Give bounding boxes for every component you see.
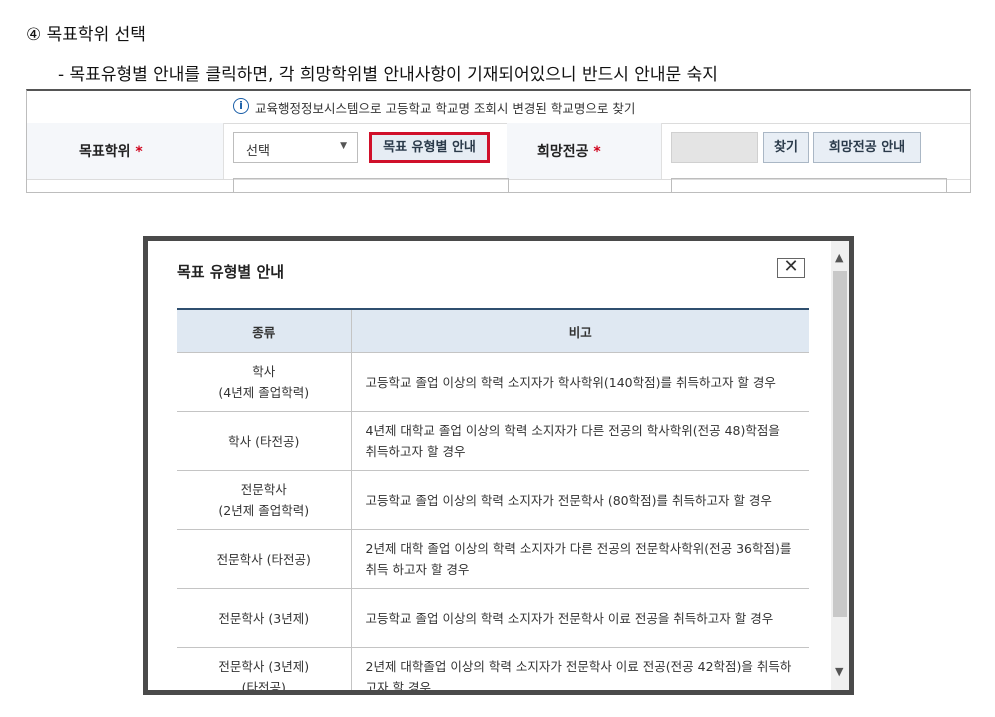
note-cell: 고등학교 졸업 이상의 학력 소지자가 전문학사 (80학점)를 취득하고자 할… — [351, 470, 809, 530]
type-guide-button[interactable]: 목표 유형별 안내 — [369, 132, 490, 163]
notice-text: 교육행정정보시스템으로 고등학교 학교명 조회시 변경된 학교명으로 찾기 — [255, 101, 636, 116]
type-cell: 전문학사 (3년제) — [177, 588, 352, 648]
type-guide-table: 종류 비고 학사 (4년제 졸업학력) 고등학교 졸업 이상의 학력 소지자가 학… — [177, 308, 809, 690]
column-header-type: 종류 — [177, 308, 352, 353]
table-row: 학사 (4년제 졸업학력) 고등학교 졸업 이상의 학력 소지자가 학사학위(14… — [177, 352, 809, 412]
note-cell: 고등학교 졸업 이상의 학력 소지자가 전문학사 이료 전공을 취득하고자 할 … — [351, 588, 809, 648]
chevron-down-icon[interactable]: ▼ — [835, 665, 843, 678]
note-cell: 고등학교 졸업 이상의 학력 소지자가 학사학위(140학점)를 취득하고자 할… — [351, 352, 809, 412]
table-header-row: 종류 비고 — [177, 308, 809, 353]
target-degree-select[interactable]: 선택 ▼ — [233, 132, 358, 163]
required-mark: * — [135, 144, 143, 160]
close-icon[interactable]: ✕ — [777, 258, 805, 278]
note-cell: 2년제 대학 졸업 이상의 학력 소지자가 다른 전공의 전문학사학위(전공 3… — [351, 529, 809, 589]
step-title: ④ 목표학위 선택 — [26, 25, 146, 45]
chevron-down-icon: ▼ — [340, 141, 347, 151]
info-icon: i — [233, 98, 249, 114]
table-row: 전문학사 (3년제) (타전공) 2년제 대학졸업 이상의 학력 소지자가 전문학… — [177, 647, 809, 690]
step-description: - 목표유형별 안내를 클릭하면, 각 희망학위별 안내사항이 기재되어있으니 … — [58, 65, 718, 85]
next-row-field[interactable] — [671, 178, 947, 192]
select-value: 선택 — [246, 144, 270, 159]
notice-row: i 교육행정정보시스템으로 고등학교 학교명 조회시 변경된 학교명으로 찾기 — [27, 91, 970, 124]
application-form-panel: i 교육행정정보시스템으로 고등학교 학교명 조회시 변경된 학교명으로 찾기 … — [26, 89, 971, 193]
type-cell: 전문학사 (2년제 졸업학력) — [177, 470, 352, 530]
required-mark: * — [593, 144, 601, 160]
table-row: 전문학사 (타전공) 2년제 대학 졸업 이상의 학력 소지자가 다른 전공의 … — [177, 529, 809, 589]
chevron-up-icon[interactable]: ▲ — [835, 251, 843, 264]
type-cell: 학사 (타전공) — [177, 411, 352, 471]
find-button[interactable]: 찾기 — [763, 132, 809, 163]
type-guide-modal: 목표 유형별 안내 ✕ 종류 비고 학사 (4년제 졸업학력) 고등학교 졸업 이… — [143, 236, 854, 695]
desired-major-input[interactable] — [671, 132, 758, 163]
note-cell: 4년제 대학교 졸업 이상의 학력 소지자가 다른 전공의 학사학위(전공 48… — [351, 411, 809, 471]
next-row-field[interactable] — [233, 178, 509, 192]
scrollbar-thumb[interactable] — [833, 271, 847, 617]
table-row: 전문학사 (2년제 졸업학력) 고등학교 졸업 이상의 학력 소지자가 전문학사 … — [177, 470, 809, 530]
major-guide-button[interactable]: 희망전공 안내 — [813, 132, 921, 163]
type-cell: 전문학사 (3년제) (타전공) — [177, 647, 352, 690]
modal-title: 목표 유형별 안내 — [177, 263, 285, 281]
type-cell: 전문학사 (타전공) — [177, 529, 352, 589]
target-degree-label: 목표학위 * — [79, 144, 143, 160]
table-row: 학사 (타전공) 4년제 대학교 졸업 이상의 학력 소지자가 다른 전공의 학… — [177, 411, 809, 471]
table-row: 전문학사 (3년제) 고등학교 졸업 이상의 학력 소지자가 전문학사 이료 전… — [177, 588, 809, 648]
type-cell: 학사 (4년제 졸업학력) — [177, 352, 352, 412]
desired-major-label: 희망전공 * — [537, 144, 601, 160]
note-cell: 2년제 대학졸업 이상의 학력 소지자가 전문학사 이료 전공(전공 42학점)… — [351, 647, 809, 690]
column-header-note: 비고 — [351, 308, 809, 353]
